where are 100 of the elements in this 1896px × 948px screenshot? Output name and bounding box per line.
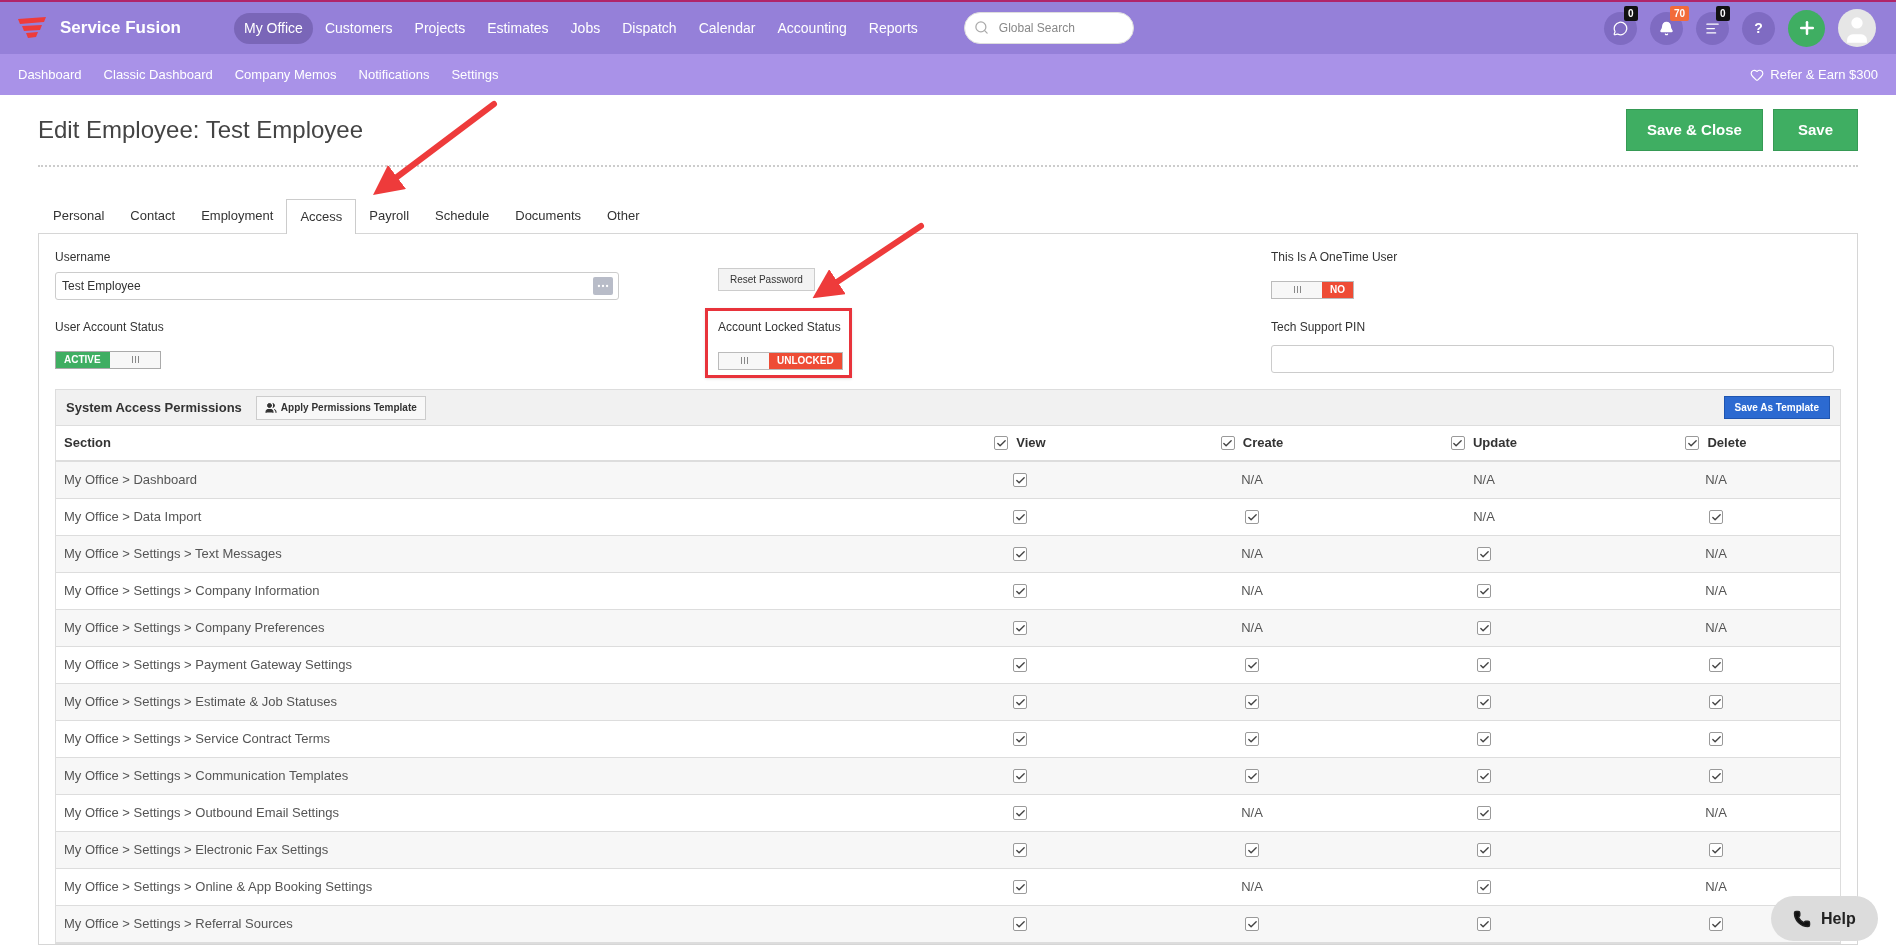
user-avatar[interactable] bbox=[1838, 9, 1876, 47]
nav-link[interactable]: Reports bbox=[858, 12, 928, 44]
checkbox[interactable] bbox=[1013, 621, 1027, 635]
checkbox[interactable] bbox=[1013, 584, 1027, 598]
checkbox[interactable] bbox=[1477, 547, 1491, 561]
tab[interactable]: Documents bbox=[502, 198, 594, 233]
help-button[interactable]: ? bbox=[1742, 11, 1775, 45]
sub-nav-link[interactable]: Company Memos bbox=[234, 64, 337, 85]
list-button[interactable] bbox=[1696, 11, 1729, 45]
toggle-switch[interactable]: ACTIVE bbox=[55, 350, 161, 369]
checkbox[interactable] bbox=[1709, 917, 1723, 931]
checkbox[interactable] bbox=[1013, 473, 1027, 487]
tab[interactable]: Personal bbox=[40, 198, 118, 233]
tab[interactable]: Contact bbox=[117, 198, 189, 233]
checkbox[interactable] bbox=[1245, 732, 1259, 746]
count-badge: 0 bbox=[1716, 5, 1730, 21]
table-cell-text: My Office > Settings > Online & App Booking Settings bbox=[64, 878, 373, 897]
nav-link[interactable]: Dispatch bbox=[612, 12, 687, 44]
tab[interactable]: Schedule bbox=[422, 198, 503, 233]
save-template-button[interactable]: Save As Template bbox=[1723, 396, 1830, 419]
search-field[interactable]: Global Search bbox=[963, 12, 1134, 44]
search-icon bbox=[973, 20, 989, 35]
checkbox[interactable] bbox=[1709, 843, 1723, 857]
checkbox[interactable] bbox=[1477, 584, 1491, 598]
checkbox[interactable] bbox=[1477, 843, 1491, 857]
checkbox[interactable] bbox=[1013, 658, 1027, 672]
page-title: Edit Employee: Test Employee bbox=[38, 115, 364, 145]
nav-link[interactable]: My Office bbox=[234, 12, 313, 44]
checkbox[interactable] bbox=[1477, 658, 1491, 672]
checkbox[interactable] bbox=[1709, 658, 1723, 672]
tab[interactable]: Access bbox=[286, 199, 357, 234]
table-cell-text: My Office > Settings > Estimate & Job Statuses bbox=[64, 693, 337, 712]
checkbox[interactable] bbox=[1245, 658, 1259, 672]
toggle-switch[interactable]: NO bbox=[1271, 280, 1354, 299]
nav-link[interactable]: Customers bbox=[314, 12, 403, 44]
checkbox[interactable] bbox=[1245, 769, 1259, 783]
username-field[interactable]: Test Employee bbox=[55, 272, 619, 300]
checkbox[interactable] bbox=[1477, 806, 1491, 820]
toggle-switch[interactable]: UNLOCKED bbox=[718, 351, 843, 370]
table-cell-text: My Office > Settings > Payment Gateway Settings bbox=[64, 656, 353, 675]
nav-link[interactable]: Jobs bbox=[560, 12, 611, 44]
checkbox[interactable] bbox=[1013, 880, 1027, 894]
refer-link[interactable]: Refer & Earn $300 bbox=[1750, 64, 1878, 85]
add-button[interactable] bbox=[1788, 9, 1825, 47]
checkbox[interactable] bbox=[1013, 547, 1027, 561]
help-button[interactable]: Help bbox=[1771, 896, 1878, 941]
checkbox[interactable] bbox=[1013, 806, 1027, 820]
pin-field[interactable] bbox=[1271, 345, 1834, 373]
table-cell-text: N/A bbox=[1473, 471, 1495, 490]
checkbox[interactable] bbox=[1477, 880, 1491, 894]
people-icon bbox=[264, 401, 277, 414]
table-cell-text: My Office > Settings > Electronic Fax Settings bbox=[64, 841, 329, 860]
checkbox[interactable] bbox=[1709, 510, 1723, 524]
table-cell-text: N/A bbox=[1705, 804, 1727, 823]
tab[interactable]: Other bbox=[594, 198, 653, 233]
save-button[interactable]: Save & Close bbox=[1625, 109, 1763, 151]
column-header: Create bbox=[1242, 434, 1284, 453]
checkbox[interactable] bbox=[1477, 769, 1491, 783]
nav-link[interactable]: Calendar bbox=[688, 12, 766, 44]
brand-name: Service Fusion bbox=[60, 17, 181, 40]
column-header: Delete bbox=[1707, 434, 1747, 453]
checkbox[interactable] bbox=[1013, 695, 1027, 709]
checkbox[interactable] bbox=[1245, 917, 1259, 931]
sub-nav-link[interactable]: Dashboard bbox=[18, 64, 82, 85]
reset-password-button[interactable]: Reset Password bbox=[718, 268, 815, 291]
checkbox[interactable] bbox=[1477, 621, 1491, 635]
checkbox[interactable] bbox=[1013, 843, 1027, 857]
tab[interactable]: Payroll bbox=[356, 198, 423, 233]
checkbox[interactable] bbox=[1477, 732, 1491, 746]
checkbox[interactable] bbox=[1477, 917, 1491, 931]
tab[interactable]: Employment bbox=[188, 198, 287, 233]
apply-template-button[interactable]: Apply Permissions Template bbox=[255, 395, 426, 420]
checkbox[interactable] bbox=[1013, 732, 1027, 746]
checkbox[interactable] bbox=[1220, 436, 1235, 450]
bell-icon bbox=[1659, 20, 1674, 36]
table-cell-text: My Office > Settings > Company Information bbox=[64, 582, 320, 601]
checkbox[interactable] bbox=[1709, 732, 1723, 746]
checkbox[interactable] bbox=[1477, 695, 1491, 709]
chat-button[interactable] bbox=[1604, 11, 1637, 45]
checkbox[interactable] bbox=[994, 436, 1009, 450]
checkbox[interactable] bbox=[1245, 843, 1259, 857]
checkbox[interactable] bbox=[1013, 769, 1027, 783]
sub-nav-link[interactable]: Notifications bbox=[358, 64, 430, 85]
checkbox[interactable] bbox=[1450, 436, 1465, 450]
checkbox[interactable] bbox=[1709, 695, 1723, 709]
sub-nav-link[interactable]: Classic Dashboard bbox=[103, 64, 213, 85]
checkbox[interactable] bbox=[1013, 510, 1027, 524]
checkbox[interactable] bbox=[1013, 917, 1027, 931]
save-button[interactable]: Save bbox=[1772, 109, 1858, 151]
checkbox[interactable] bbox=[1245, 695, 1259, 709]
checkbox[interactable] bbox=[1709, 769, 1723, 783]
nav-link[interactable]: Projects bbox=[404, 12, 476, 44]
table-cell-text: N/A bbox=[1241, 804, 1263, 823]
checkbox[interactable] bbox=[1685, 436, 1700, 450]
sub-nav-link[interactable]: Settings bbox=[451, 64, 499, 85]
nav-link[interactable]: Accounting bbox=[767, 12, 857, 44]
bell-button[interactable] bbox=[1650, 11, 1683, 45]
nav-link[interactable]: Estimates bbox=[477, 12, 559, 44]
table-cell-text: My Office > Data Import bbox=[64, 508, 202, 527]
checkbox[interactable] bbox=[1245, 510, 1259, 524]
